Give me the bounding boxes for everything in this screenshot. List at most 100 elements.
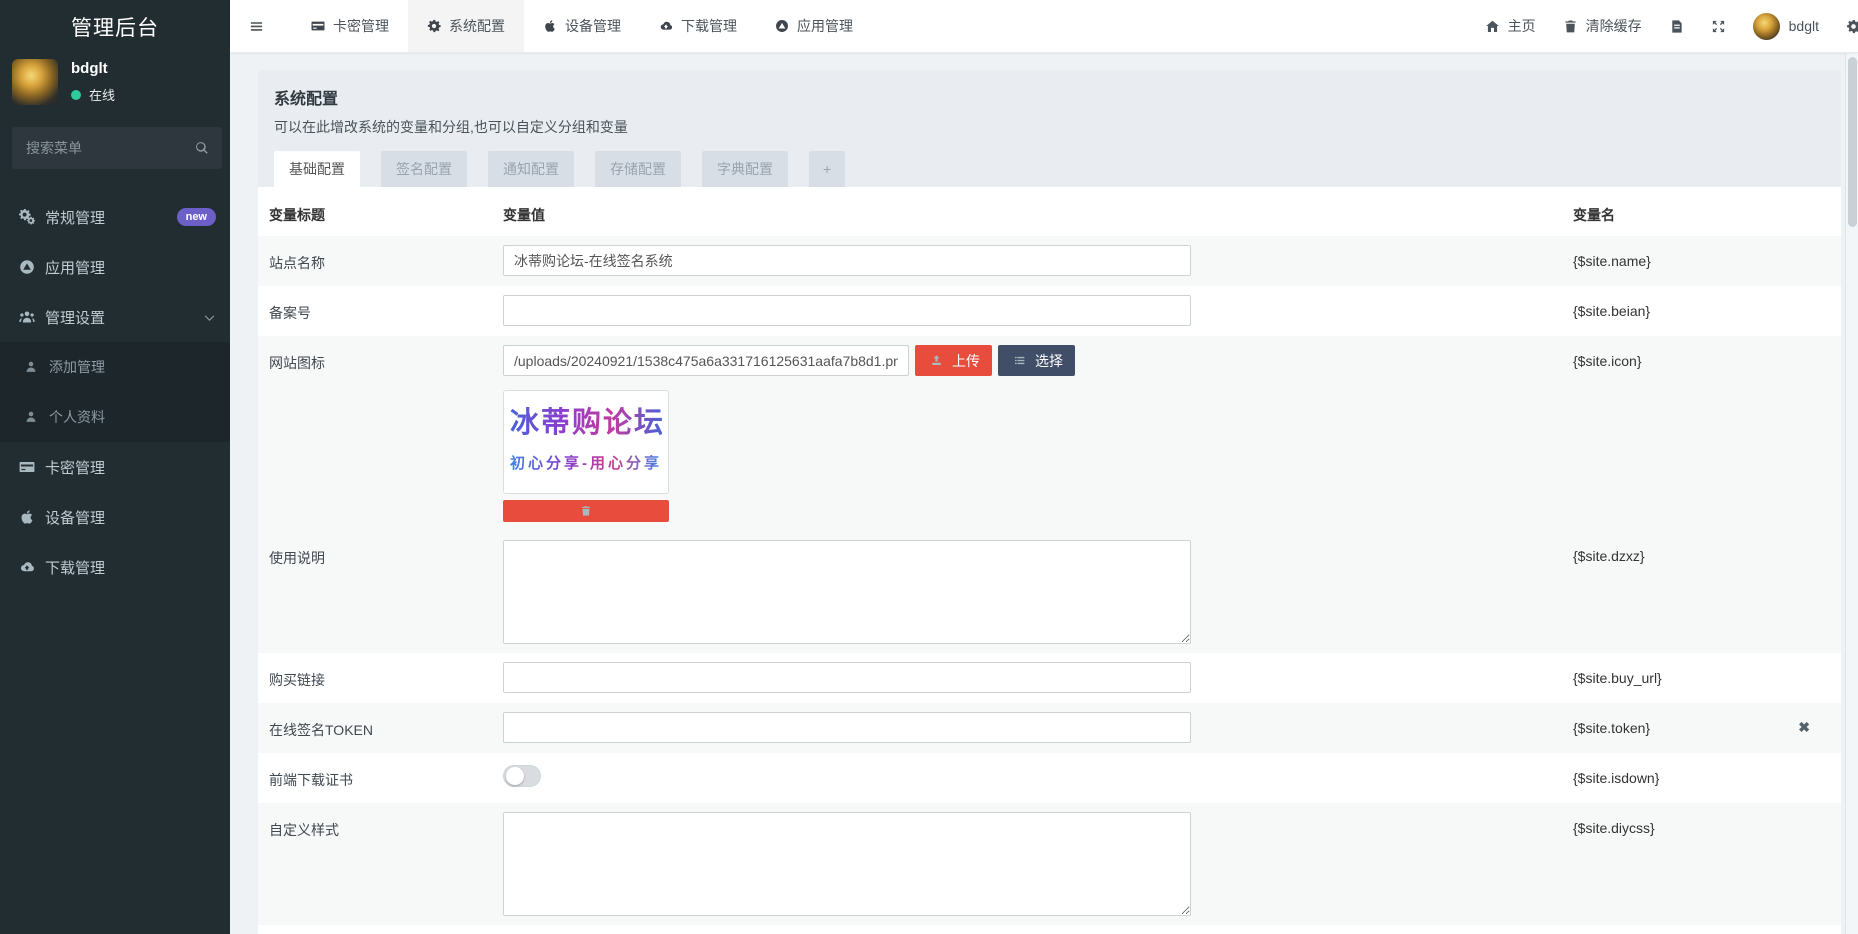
settings-gear-icon[interactable] <box>1846 19 1858 34</box>
avatar <box>12 59 58 105</box>
search-input[interactable] <box>12 127 222 169</box>
upload-button-label: 上传 <box>952 351 980 371</box>
config-tab-basic[interactable]: 基础配置 <box>274 151 360 187</box>
sidebar-item-cards[interactable]: 卡密管理 <box>0 442 230 492</box>
row-value-cell <box>503 286 1573 336</box>
sidebar-item-label: 下载管理 <box>45 557 105 578</box>
buy_url-input[interactable] <box>503 662 1191 693</box>
row-title: 前端下载证书 <box>258 753 503 803</box>
row-title: 网站图标 <box>258 336 503 531</box>
dzxz-textarea[interactable] <box>503 540 1191 644</box>
config-tab-notify[interactable]: 通知配置 <box>488 151 574 187</box>
config-tab-dict[interactable]: 字典配置 <box>702 151 788 187</box>
row-value-cell: 上传选择冰蒂购论坛初心分享-用心分享 <box>503 336 1573 531</box>
topbar-tab-label: 设备管理 <box>565 16 621 36</box>
clear-cache-label: 清除缓存 <box>1586 16 1642 36</box>
isdown-toggle[interactable] <box>503 765 541 787</box>
cloud-download-icon <box>17 559 36 575</box>
app-circle-icon <box>17 259 36 275</box>
sidebar-subitem-label: 个人资料 <box>49 407 105 427</box>
sidebar-item-label: 应用管理 <box>45 257 105 278</box>
topbar-tab-label: 系统配置 <box>449 16 505 36</box>
config-row-token: 在线签名TOKEN{$site.token}✖ <box>258 703 1841 753</box>
app-title: 管理后台 <box>0 0 230 53</box>
user-panel: bdglt 在线 <box>0 53 230 113</box>
icon-input[interactable] <box>503 345 909 376</box>
topbar-username: bdglt <box>1789 18 1819 34</box>
system-config-card: 系统配置 可以在此增改系统的变量和分组,也可以自定义分组和变量 基础配置签名配置… <box>258 70 1841 934</box>
beian-input[interactable] <box>503 295 1191 326</box>
sidebar-item-apps[interactable]: 应用管理 <box>0 242 230 292</box>
row-title: 站点名称 <box>258 236 503 286</box>
config-row-icon: 网站图标上传选择冰蒂购论坛初心分享-用心分享{$site.icon} <box>258 336 1841 531</box>
row-var-name: {$site.buy_url} <box>1573 653 1841 703</box>
icon-choose-button[interactable]: 选择 <box>998 345 1075 376</box>
topbar-tab-downloads[interactable]: 下载管理 <box>640 0 756 53</box>
topbar-tab-label: 卡密管理 <box>333 16 389 36</box>
row-var-name: {$site.diycss} <box>1573 803 1841 925</box>
icon-delete-button[interactable] <box>503 500 669 522</box>
cloud-download-icon <box>659 19 673 33</box>
topbar-tab-cards[interactable]: 卡密管理 <box>292 0 408 53</box>
topbar-user-chip[interactable]: bdglt <box>1753 13 1819 40</box>
scrollbar[interactable] <box>1845 53 1858 934</box>
sidebar-subitem-label: 添加管理 <box>49 357 105 377</box>
row-value-cell <box>503 703 1573 753</box>
users-icon <box>17 309 36 325</box>
config-tab-storage[interactable]: 存储配置 <box>595 151 681 187</box>
home-icon <box>1485 19 1500 34</box>
sidebar-item-label: 常规管理 <box>45 207 105 228</box>
topbar-tab-apps[interactable]: 应用管理 <box>756 0 872 53</box>
row-value-cell <box>503 236 1573 286</box>
sidebar-menu: 常规管理new 应用管理管理设置添加管理个人资料卡密管理设备管理下载管理 <box>0 192 230 592</box>
name-input[interactable] <box>503 245 1191 276</box>
topbar-tab-label: 下载管理 <box>681 16 737 36</box>
sidebar-item-downloads[interactable]: 下载管理 <box>0 542 230 592</box>
sidebar-item-general[interactable]: 常规管理new <box>0 192 230 242</box>
user-icon <box>23 360 39 374</box>
sidebar-item-admin-settings[interactable]: 管理设置 <box>0 292 230 342</box>
topbar-tab-system[interactable]: 系统配置 <box>408 0 524 53</box>
diycss-textarea[interactable] <box>503 812 1191 916</box>
row-var-name: {$site.isdown} <box>1573 753 1841 803</box>
col-title-header: 变量标题 <box>258 187 503 236</box>
preview-logo-subtext: 初心分享-用心分享 <box>510 452 662 473</box>
chevron-down-icon <box>203 311 216 324</box>
sidebar-item-add-admin[interactable]: 添加管理 <box>0 342 230 392</box>
row-var-name: {$site.dzxz} <box>1573 531 1841 653</box>
pages-icon[interactable] <box>1669 19 1684 34</box>
col-var-header: 变量名 <box>1573 187 1841 236</box>
row-title: 轮播图 <box>258 925 503 934</box>
main-area: 卡密管理 系统配置 设备管理 下载管理应用管理 主页 清除缓存 bdglt <box>230 0 1858 934</box>
topbar-tab-devices[interactable]: 设备管理 <box>524 0 640 53</box>
home-link[interactable]: 主页 <box>1485 16 1536 36</box>
config-row-name: 站点名称{$site.name} <box>258 236 1841 286</box>
row-title: 购买链接 <box>258 653 503 703</box>
apple-icon <box>17 509 36 525</box>
token-input[interactable] <box>503 712 1191 743</box>
home-label: 主页 <box>1508 16 1536 36</box>
trash-icon <box>1563 19 1578 34</box>
row-value-cell <box>503 803 1573 925</box>
sidebar-toggle-icon[interactable] <box>230 19 280 34</box>
topbar: 卡密管理 系统配置 设备管理 下载管理应用管理 主页 清除缓存 bdglt <box>230 0 1858 53</box>
sidebar-item-profile[interactable]: 个人资料 <box>0 392 230 442</box>
config-table: 变量标题 变量值 变量名 站点名称{$site.name}备案号{$site.b… <box>258 187 1841 934</box>
user-status: 在线 <box>71 85 115 104</box>
fullscreen-icon[interactable] <box>1711 19 1726 34</box>
sidebar-item-devices[interactable]: 设备管理 <box>0 492 230 542</box>
icon-upload-button[interactable]: 上传 <box>915 345 992 376</box>
row-title: 备案号 <box>258 286 503 336</box>
scrollbar-thumb[interactable] <box>1848 57 1857 227</box>
config-tab-add[interactable]: + <box>809 151 845 187</box>
remove-config-icon[interactable]: ✖ <box>1798 720 1810 734</box>
clear-cache-link[interactable]: 清除缓存 <box>1563 16 1642 36</box>
config-row-beian: 备案号{$site.beian} <box>258 286 1841 336</box>
config-row-buy_url: 购买链接 {$site.buy_url} <box>258 653 1841 703</box>
row-title: 在线签名TOKEN <box>258 703 503 753</box>
online-dot-icon <box>71 90 81 100</box>
gear-icon <box>427 19 441 33</box>
search-icon[interactable] <box>194 140 209 158</box>
config-tab-sign[interactable]: 签名配置 <box>381 151 467 187</box>
preview-logo-text: 冰蒂购论坛 <box>510 399 662 441</box>
